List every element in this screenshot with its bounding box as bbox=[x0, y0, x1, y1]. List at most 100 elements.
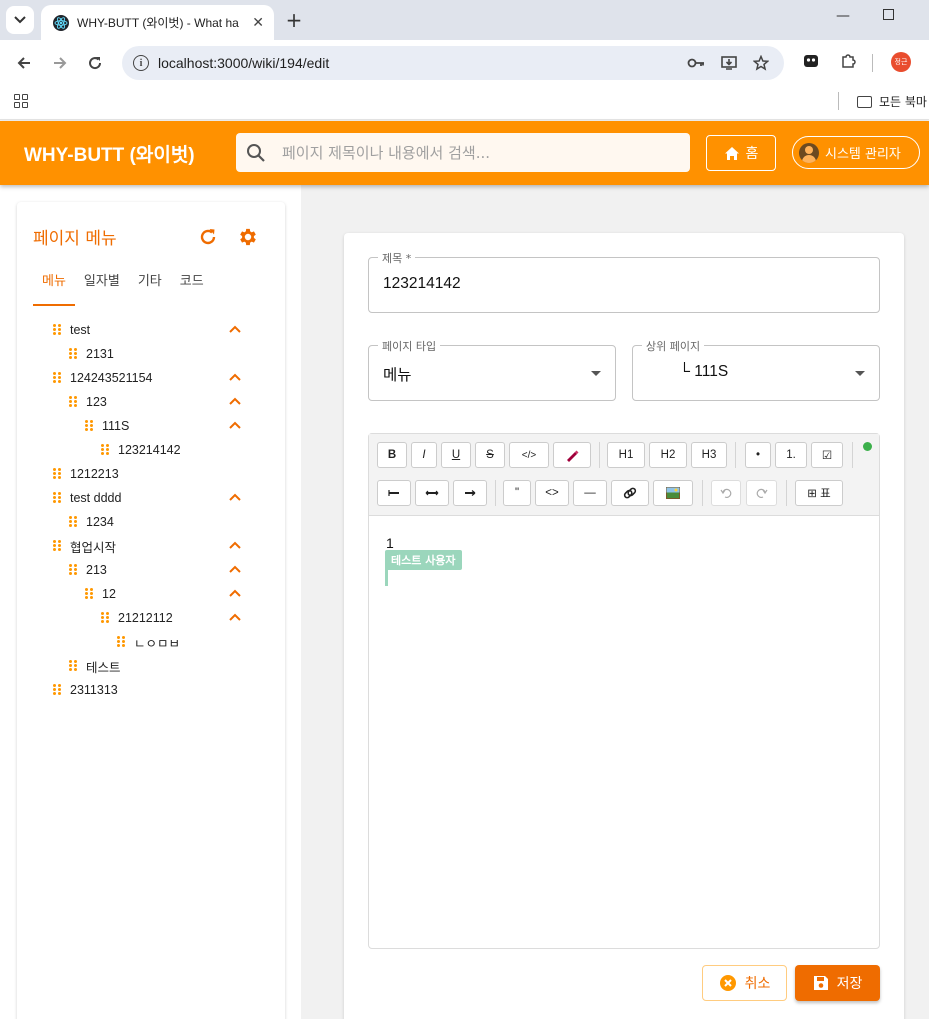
drag-handle-icon[interactable] bbox=[53, 684, 61, 696]
chevron-up-icon[interactable] bbox=[228, 612, 242, 622]
chevron-up-icon[interactable] bbox=[228, 420, 242, 430]
tree-item[interactable]: 123 bbox=[17, 390, 285, 414]
gear-icon[interactable] bbox=[237, 226, 259, 248]
tree-item[interactable]: test dddd bbox=[17, 486, 285, 510]
minimize-icon[interactable]: — bbox=[836, 8, 850, 24]
chevron-up-icon[interactable] bbox=[228, 564, 242, 574]
drag-handle-icon[interactable] bbox=[69, 348, 77, 360]
browser-tab[interactable]: WHY-BUTT (와이벗) - What ha ✕ bbox=[41, 5, 274, 40]
drag-handle-icon[interactable] bbox=[53, 324, 61, 336]
install-app-icon[interactable] bbox=[720, 54, 738, 72]
bold-button[interactable]: B bbox=[377, 442, 407, 468]
chevron-up-icon[interactable] bbox=[228, 492, 242, 502]
align-left-button[interactable] bbox=[377, 480, 411, 506]
tree-item[interactable]: 111S bbox=[17, 414, 285, 438]
drag-handle-icon[interactable] bbox=[85, 420, 93, 432]
chevron-up-icon[interactable] bbox=[228, 588, 242, 598]
close-icon[interactable]: ✕ bbox=[252, 15, 264, 31]
refresh-icon[interactable] bbox=[198, 227, 218, 247]
drag-handle-icon[interactable] bbox=[101, 444, 109, 456]
code-block-button[interactable]: <> bbox=[535, 480, 569, 506]
bullet-list-button[interactable]: • bbox=[745, 442, 771, 468]
tree-item[interactable]: 테스트 bbox=[17, 654, 285, 678]
chevron-up-icon[interactable] bbox=[228, 540, 242, 550]
tree-item[interactable]: 1212213 bbox=[17, 462, 285, 486]
highlight-button[interactable] bbox=[553, 442, 591, 468]
drag-handle-icon[interactable] bbox=[53, 372, 61, 384]
brand-title[interactable]: WHY-BUTT (와이벗) bbox=[24, 140, 195, 167]
insert-table-button[interactable]: ⊞ 표 bbox=[795, 480, 843, 506]
drag-handle-icon[interactable] bbox=[85, 588, 93, 600]
h2-button[interactable]: H2 bbox=[649, 442, 687, 468]
address-bar[interactable]: i localhost:3000/wiki/194/edit bbox=[122, 46, 784, 80]
redo-button[interactable] bbox=[746, 480, 777, 506]
site-info-icon[interactable]: i bbox=[133, 55, 149, 71]
tree-item[interactable]: test bbox=[17, 318, 285, 342]
link-button[interactable] bbox=[611, 480, 649, 506]
italic-button[interactable]: I bbox=[411, 442, 437, 468]
drag-handle-icon[interactable] bbox=[117, 636, 125, 648]
editor-content[interactable]: 1 bbox=[386, 535, 394, 551]
search-input[interactable] bbox=[282, 143, 662, 162]
tree-item[interactable]: 213 bbox=[17, 558, 285, 582]
reload-icon[interactable] bbox=[83, 51, 107, 75]
drag-handle-icon[interactable] bbox=[101, 612, 109, 624]
align-center-button[interactable] bbox=[415, 480, 449, 506]
page-type-select[interactable]: 페이지 타입 메뉴 bbox=[368, 338, 616, 401]
forward-icon[interactable] bbox=[48, 51, 72, 75]
tab-etc[interactable]: 기타 bbox=[129, 274, 171, 306]
parent-page-select[interactable]: 상위 페이지 └ 111S bbox=[632, 338, 880, 401]
tree-item[interactable]: 123214142 bbox=[17, 438, 285, 462]
tab-search-button[interactable] bbox=[6, 6, 34, 34]
tab-by-date[interactable]: 일자별 bbox=[75, 274, 129, 306]
home-button[interactable]: 홈 bbox=[706, 135, 776, 171]
chevron-up-icon[interactable] bbox=[228, 372, 242, 382]
maximize-icon[interactable] bbox=[883, 8, 894, 24]
align-right-button[interactable] bbox=[453, 480, 487, 506]
user-menu-button[interactable]: 시스템 관리자 bbox=[792, 136, 920, 169]
horizontal-rule-button[interactable]: — bbox=[573, 480, 607, 506]
tab-menu[interactable]: 메뉴 bbox=[33, 274, 75, 306]
drag-handle-icon[interactable] bbox=[69, 660, 77, 672]
apps-grid-icon[interactable] bbox=[14, 94, 28, 108]
title-input[interactable]: 123214142 bbox=[383, 275, 461, 293]
drag-handle-icon[interactable] bbox=[53, 540, 61, 552]
tree-item[interactable]: 협업시작 bbox=[17, 534, 285, 558]
key-icon[interactable] bbox=[687, 54, 705, 72]
puzzle-icon[interactable] bbox=[838, 51, 858, 71]
cancel-button[interactable]: 취소 bbox=[702, 965, 787, 1001]
back-icon[interactable] bbox=[12, 51, 36, 75]
code-button[interactable]: </> bbox=[509, 442, 549, 468]
drag-handle-icon[interactable] bbox=[69, 396, 77, 408]
tree-item[interactable]: 1234 bbox=[17, 510, 285, 534]
drag-handle-icon[interactable] bbox=[53, 468, 61, 480]
new-tab-button[interactable]: + bbox=[282, 8, 306, 32]
tab-code[interactable]: 코드 bbox=[171, 274, 213, 306]
tree-item[interactable]: 124243521154 bbox=[17, 366, 285, 390]
underline-button[interactable]: U bbox=[441, 442, 471, 468]
undo-button[interactable] bbox=[711, 480, 741, 506]
h1-button[interactable]: H1 bbox=[607, 442, 645, 468]
tree-item[interactable]: 12 bbox=[17, 582, 285, 606]
bookmark-folder[interactable]: 모든 북마 bbox=[857, 93, 927, 110]
title-field[interactable]: 제목 * 123214142 bbox=[368, 250, 880, 313]
chevron-up-icon[interactable] bbox=[228, 324, 242, 334]
star-icon[interactable] bbox=[752, 54, 770, 72]
drag-handle-icon[interactable] bbox=[69, 564, 77, 576]
tree-item[interactable]: 21212112 bbox=[17, 606, 285, 630]
chevron-up-icon[interactable] bbox=[228, 396, 242, 406]
tree-item[interactable]: 2311313 bbox=[17, 678, 285, 702]
drag-handle-icon[interactable] bbox=[69, 516, 77, 528]
extension-icon[interactable] bbox=[801, 51, 821, 71]
save-button[interactable]: 저장 bbox=[795, 965, 880, 1001]
ordered-list-button[interactable]: 1. bbox=[775, 442, 807, 468]
h3-button[interactable]: H3 bbox=[691, 442, 727, 468]
image-button[interactable] bbox=[653, 480, 693, 506]
task-list-button[interactable]: ☑ bbox=[811, 442, 843, 468]
profile-avatar[interactable]: 정근 bbox=[891, 52, 911, 72]
strike-button[interactable]: S bbox=[475, 442, 505, 468]
drag-handle-icon[interactable] bbox=[53, 492, 61, 504]
tree-item[interactable]: 2131 bbox=[17, 342, 285, 366]
blockquote-button[interactable]: " bbox=[503, 480, 531, 506]
tree-item[interactable]: ㄴㅇㅁㅂ bbox=[17, 630, 285, 654]
